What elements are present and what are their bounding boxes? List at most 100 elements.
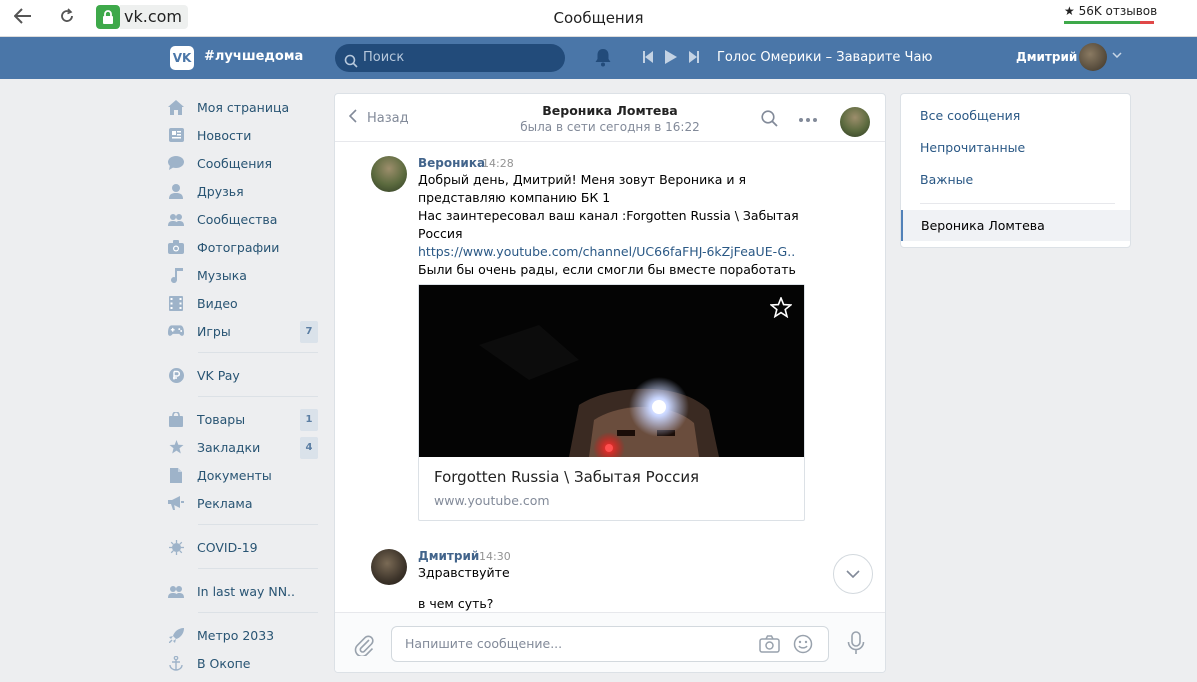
search-placeholder: Поиск <box>363 50 405 65</box>
header-user-name[interactable]: Дмитрий <box>1016 50 1077 64</box>
menu-item-photos[interactable]: Фотографии <box>168 233 320 261</box>
page-title: Сообщения <box>553 9 644 27</box>
browser-toolbar: vk.com Сообщения ★ 56K отзывов <box>0 0 1197 37</box>
previous-track-icon[interactable] <box>643 51 653 67</box>
menu-item-games[interactable]: Игры 7 <box>168 317 320 345</box>
menu-item-label: Друзья <box>197 183 244 199</box>
menu-item-label: В Окопе <box>197 655 251 671</box>
menu-item-group-in-last-way[interactable]: In last way NN.. <box>168 577 320 605</box>
menu-item-label: Реклама <box>197 495 253 511</box>
filter-important[interactable]: Важные <box>920 172 973 187</box>
left-menu: Моя страница Новости Сообщения Друзья Со… <box>168 93 320 677</box>
message-text-line: Добрый день, Дмитрий! Меня зовут Вероник… <box>418 172 747 187</box>
menu-item-bookmarks[interactable]: Закладки 4 <box>168 433 320 461</box>
message-text-line: представляю компанию БК 1 <box>418 190 611 205</box>
group-icon <box>168 583 184 599</box>
menu-divider <box>198 524 318 525</box>
reviews-badge[interactable]: ★ 56K отзывов <box>1064 4 1157 18</box>
menu-item-music[interactable]: Музыка <box>168 261 320 289</box>
menu-item-label: Метро 2033 <box>197 627 275 643</box>
menu-item-my-page[interactable]: Моя страница <box>168 93 320 121</box>
menu-item-vk-pay[interactable]: VK Pay <box>168 361 320 389</box>
friends-icon <box>168 183 184 199</box>
header-hashtag[interactable]: #лучшедома <box>204 49 303 64</box>
message-time[interactable]: 14:30 <box>479 550 511 563</box>
menu-divider <box>198 352 318 353</box>
message-time[interactable]: 14:28 <box>482 157 514 170</box>
chevron-down-icon[interactable] <box>1112 50 1122 61</box>
menu-item-goods[interactable]: Товары 1 <box>168 405 320 433</box>
avatar[interactable] <box>371 156 407 192</box>
bell-icon[interactable] <box>594 48 612 71</box>
rocket-icon <box>168 627 184 643</box>
vk-header: VK #лучшедома Поиск Голос Омерики – Зава… <box>0 37 1197 79</box>
menu-divider <box>198 568 318 569</box>
goods-count-badge: 1 <box>300 409 318 431</box>
bag-icon <box>168 411 184 427</box>
more-options-icon[interactable] <box>798 108 818 127</box>
menu-item-label: Музыка <box>197 267 247 283</box>
virus-icon <box>168 539 184 555</box>
menu-divider <box>198 396 318 397</box>
search-input[interactable]: Поиск <box>335 44 565 72</box>
menu-item-ads[interactable]: Реклама <box>168 489 320 517</box>
menu-item-video[interactable]: Видео <box>168 289 320 317</box>
menu-item-communities[interactable]: Сообщества <box>168 205 320 233</box>
menu-item-covid[interactable]: COVID-19 <box>168 533 320 561</box>
paperclip-icon[interactable] <box>354 634 374 660</box>
menu-item-metro-2033[interactable]: Метро 2033 <box>168 621 320 649</box>
search-icon <box>344 51 358 79</box>
message-author[interactable]: Вероника <box>418 156 485 170</box>
channel-link[interactable]: https://www.youtube.com/channel/UC66faFH… <box>418 244 795 259</box>
audio-player-controls <box>643 50 699 68</box>
message-composer: Напишите сообщение... <box>335 612 885 672</box>
video-domain: www.youtube.com <box>434 493 550 508</box>
filter-all-messages[interactable]: Все сообщения <box>920 108 1020 123</box>
menu-item-messages[interactable]: Сообщения <box>168 149 320 177</box>
communities-icon <box>168 211 184 227</box>
avatar[interactable] <box>840 107 870 137</box>
video-icon <box>168 295 184 311</box>
news-icon <box>168 127 184 143</box>
menu-item-label: Закладки <box>197 439 261 455</box>
menu-item-documents[interactable]: Документы <box>168 461 320 489</box>
current-track[interactable]: Голос Омерики – Заварите Чаю <box>717 50 932 65</box>
star-icon <box>168 439 184 455</box>
search-icon[interactable] <box>761 110 778 131</box>
vkpay-icon <box>168 367 184 383</box>
document-icon <box>168 467 184 483</box>
menu-item-label: VK Pay <box>197 367 240 383</box>
menu-item-label: Сообщества <box>197 211 278 227</box>
video-thumbnail[interactable] <box>419 285 804 457</box>
avatar[interactable] <box>371 549 407 585</box>
menu-item-friends[interactable]: Друзья <box>168 177 320 205</box>
avatar[interactable] <box>1079 43 1107 71</box>
camera-icon[interactable] <box>759 635 780 657</box>
video-title[interactable]: Forgotten Russia \ Забытая Россия <box>434 468 699 486</box>
message-item: Дмитрий 14:30 Здравствуйте в чем суть? <box>371 549 871 611</box>
menu-item-v-okope[interactable]: В Окопе <box>168 649 320 677</box>
smile-icon[interactable] <box>793 634 813 658</box>
vk-logo-icon[interactable]: VK <box>170 46 194 70</box>
reviews-rating-bar <box>1064 21 1154 24</box>
message-input-placeholder: Напишите сообщение... <box>405 636 563 651</box>
play-icon[interactable] <box>665 50 677 68</box>
camera-icon <box>168 239 184 255</box>
microphone-icon[interactable] <box>847 631 865 659</box>
menu-item-label: COVID-19 <box>197 539 258 555</box>
star-icon[interactable] <box>769 295 793 322</box>
selected-conversation-label: Вероника Ломтева <box>921 218 1045 233</box>
message-author[interactable]: Дмитрий <box>418 549 479 563</box>
scroll-down-button[interactable] <box>833 554 873 594</box>
video-attachment-card[interactable]: Forgotten Russia \ Забытая Россия www.yo… <box>418 284 805 521</box>
menu-item-label: Новости <box>197 127 252 143</box>
anchor-icon <box>168 655 184 671</box>
music-icon <box>168 267 184 283</box>
menu-item-label: Моя страница <box>197 99 290 115</box>
message-filters-panel: Все сообщения Непрочитанные Важные Верон… <box>900 93 1131 248</box>
message-item: Вероника 14:28 Добрый день, Дмитрий! Мен… <box>371 156 871 586</box>
menu-item-news[interactable]: Новости <box>168 121 320 149</box>
selected-conversation[interactable]: Вероника Ломтева <box>901 210 1130 241</box>
filter-unread[interactable]: Непрочитанные <box>920 140 1025 155</box>
next-track-icon[interactable] <box>689 51 699 67</box>
